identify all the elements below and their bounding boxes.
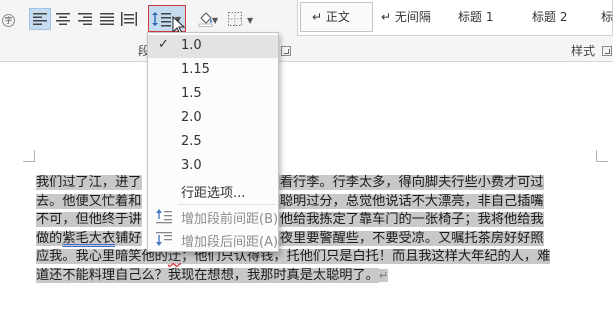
line-spacing-option-3-0[interactable]: 3.0 [148,155,278,178]
chevron-down-icon: ▼ [247,16,254,25]
line-spacing-menu: ✓ 1.0 1.15 1.5 2.0 2.5 3.0 行距选项... 增加段前间… [147,32,279,252]
justify-button[interactable] [97,8,117,30]
margin-corner-mark [23,150,35,162]
styles-launcher-icon[interactable] [602,46,612,56]
borders-button[interactable]: ▼ [225,8,255,30]
ribbon: 字 ▼ ▼ ▼ 段 ↵ 正文 ↵ 无间隔 标题 1 标题 2 标 样式 [0,0,613,62]
align-right-icon [78,13,92,25]
style-title[interactable]: 标 [601,8,613,25]
underlined-word: 紫毛大衣 [62,230,116,246]
distribute-button[interactable] [119,8,139,30]
line-spacing-icon [152,11,171,26]
chevron-down-icon: ▼ [212,16,219,25]
align-left-button[interactable] [29,8,51,30]
text-line: 去。他便又忙着和 真是聪明过分，总觉他说话不大漂亮，非自己插嘴 [36,193,544,209]
text-line: 道还不能料理自己么？我现在想想，我那时真是太聪明了。↵ [36,267,389,283]
body-paragraph[interactable]: 我们过了江，进了 看照看行李。行李太多，得向脚夫行些小费才可过 去。他便又忙着和真… [36,174,584,286]
paragraph-launcher-icon[interactable] [281,46,291,56]
space-before-icon [156,209,172,224]
align-left-icon [33,13,47,25]
line-spacing-option-1-5[interactable]: 1.5 [148,83,278,106]
space-after-icon [156,232,172,246]
line-spacing-options-item[interactable]: 行距选项... [148,179,278,202]
align-center-button[interactable] [53,8,73,30]
checkmark-icon: ✓ [158,37,169,52]
style-heading-2[interactable]: 标题 2 [532,8,567,25]
shading-button[interactable]: ▼ [193,8,219,30]
style-heading-1[interactable]: 标题 1 [458,8,493,25]
borders-icon [228,12,242,26]
line-spacing-option-2-5[interactable]: 2.5 [148,131,278,154]
add-space-after-item[interactable]: 增加段后间距(A) [148,228,278,251]
style-no-spacing[interactable]: ↵ 无间隔 [381,8,431,25]
text-line: 我们过了江，进了 看照看行李。行李太多，得向脚夫行些小费才可过 [36,175,544,190]
justify-icon [100,13,114,25]
styles-gallery: ↵ 正文 ↵ 无间隔 标题 1 标题 2 标 [297,0,613,36]
text-line: 做的紫毛大衣铺好 心，夜里要警醒些，不要受凉。又嘱托茶房好好照 [36,230,544,246]
text-line: 应我。我心里暗笑他的迂；他们只认得钱，托他们只是白托！而且我这样大年纪的人，难 [36,249,551,265]
line-spacing-option-2-0[interactable]: 2.0 [148,107,278,130]
align-right-button[interactable] [75,8,95,30]
font-special-icon[interactable]: 字 [2,14,15,27]
align-center-icon [56,13,70,25]
styles-group-label: 样式 [571,44,596,58]
style-normal[interactable]: ↵ 正文 [312,8,350,25]
line-spacing-option-1-15[interactable]: 1.15 [148,59,278,82]
text-line: 不可，但他终于讲 车。他给我拣定了靠车门的一张椅子；我将他给我 [36,212,544,228]
margin-corner-mark [596,150,608,162]
paragraph-mark: ↵ [378,268,389,282]
add-space-before-item[interactable]: 增加段前间距(B) [148,205,278,228]
distribute-icon [121,12,137,26]
line-spacing-option-1-0[interactable]: ✓ 1.0 [148,35,278,58]
